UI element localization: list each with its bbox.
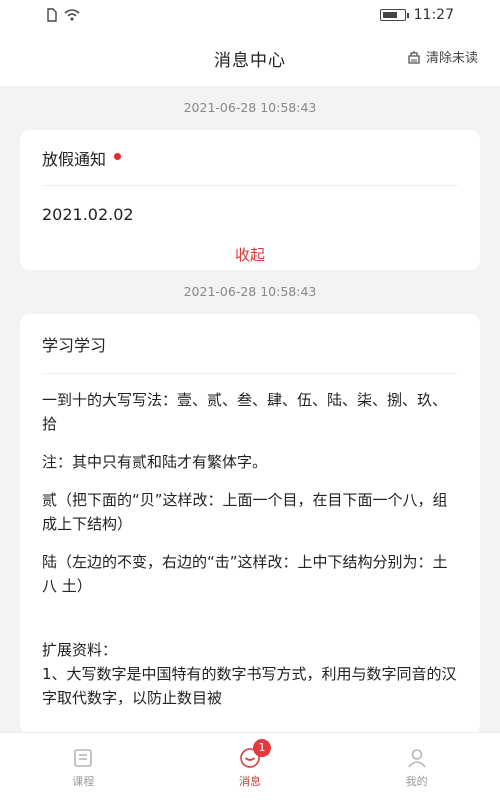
message-header: 放假通知 <box>42 130 458 186</box>
message-card[interactable]: 学习学习 一到十的大写写法：壹、贰、叁、肆、伍、陆、柒、捌、玖、拾 注：其中只有… <box>20 314 480 732</box>
tab-label: 课程 <box>72 775 95 788</box>
message-list[interactable]: 2021-06-28 10:58:43 放假通知 2021.02.02 收起 2… <box>0 86 500 732</box>
message-paragraph: 扩展资料： <box>42 641 118 659</box>
page-title: 消息中心 <box>214 50 286 71</box>
status-time: 11:27 <box>413 7 454 23</box>
status-bar: 11:27 <box>0 0 500 30</box>
sim-card-icon <box>47 8 57 22</box>
message-title: 学习学习 <box>42 335 107 355</box>
message-body: 一到十的大写写法：壹、贰、叁、肆、伍、陆、柒、捌、玖、拾 注：其中只有贰和陆才有… <box>42 374 458 710</box>
status-icons-left <box>46 8 80 22</box>
message-paragraph: 陆（左边的不变，右边的“击”这样改：上中下结构分别为：土 八 土） <box>42 553 448 595</box>
tab-messages[interactable]: 1 消息 <box>167 733 334 800</box>
message-timestamp: 2021-06-28 10:58:43 <box>183 284 317 299</box>
message-paragraph: 一到十的大写写法：壹、贰、叁、肆、伍、陆、柒、捌、玖、拾 <box>42 391 448 433</box>
user-icon <box>408 749 426 768</box>
battery-icon <box>379 9 409 21</box>
unread-dot <box>114 153 122 160</box>
message-header: 学习学习 <box>42 314 458 374</box>
courses-icon <box>74 749 93 767</box>
message-paragraph: 1、大写数字是中国特有的数字书写方式，利用与数字同音的汉字取代数字，以防止数目被 <box>42 665 457 707</box>
message-timestamp: 2021-06-28 10:58:43 <box>183 100 317 115</box>
collapse-button[interactable]: 收起 <box>42 242 458 270</box>
message-paragraph: 贰（把下面的“贝”这样改：上面一个目，在目下面一个八，组成上下结构） <box>42 491 448 533</box>
clear-unread-button[interactable]: 清除未读 <box>407 47 478 66</box>
status-icons-right: 11:27 <box>379 7 454 23</box>
message-paragraph: 注：其中只有贰和陆才有繁体字。 <box>42 453 268 471</box>
header: 消息中心 清除未读 <box>0 30 500 86</box>
bottom-tab-bar: 课程 1 消息 我的 <box>0 732 500 800</box>
tab-label: 我的 <box>405 775 428 788</box>
message-card[interactable]: 放假通知 2021.02.02 收起 <box>20 130 480 270</box>
tab-courses[interactable]: 课程 <box>0 733 167 800</box>
tab-label: 消息 <box>239 775 261 788</box>
unread-count-badge: 1 <box>253 739 271 757</box>
message-title: 放假通知 <box>42 149 107 169</box>
clear-unread-label: 清除未读 <box>425 51 478 66</box>
tab-profile[interactable]: 我的 <box>333 733 500 800</box>
broom-icon <box>408 50 420 64</box>
wifi-icon <box>64 9 80 21</box>
message-body: 2021.02.02 <box>42 204 134 224</box>
